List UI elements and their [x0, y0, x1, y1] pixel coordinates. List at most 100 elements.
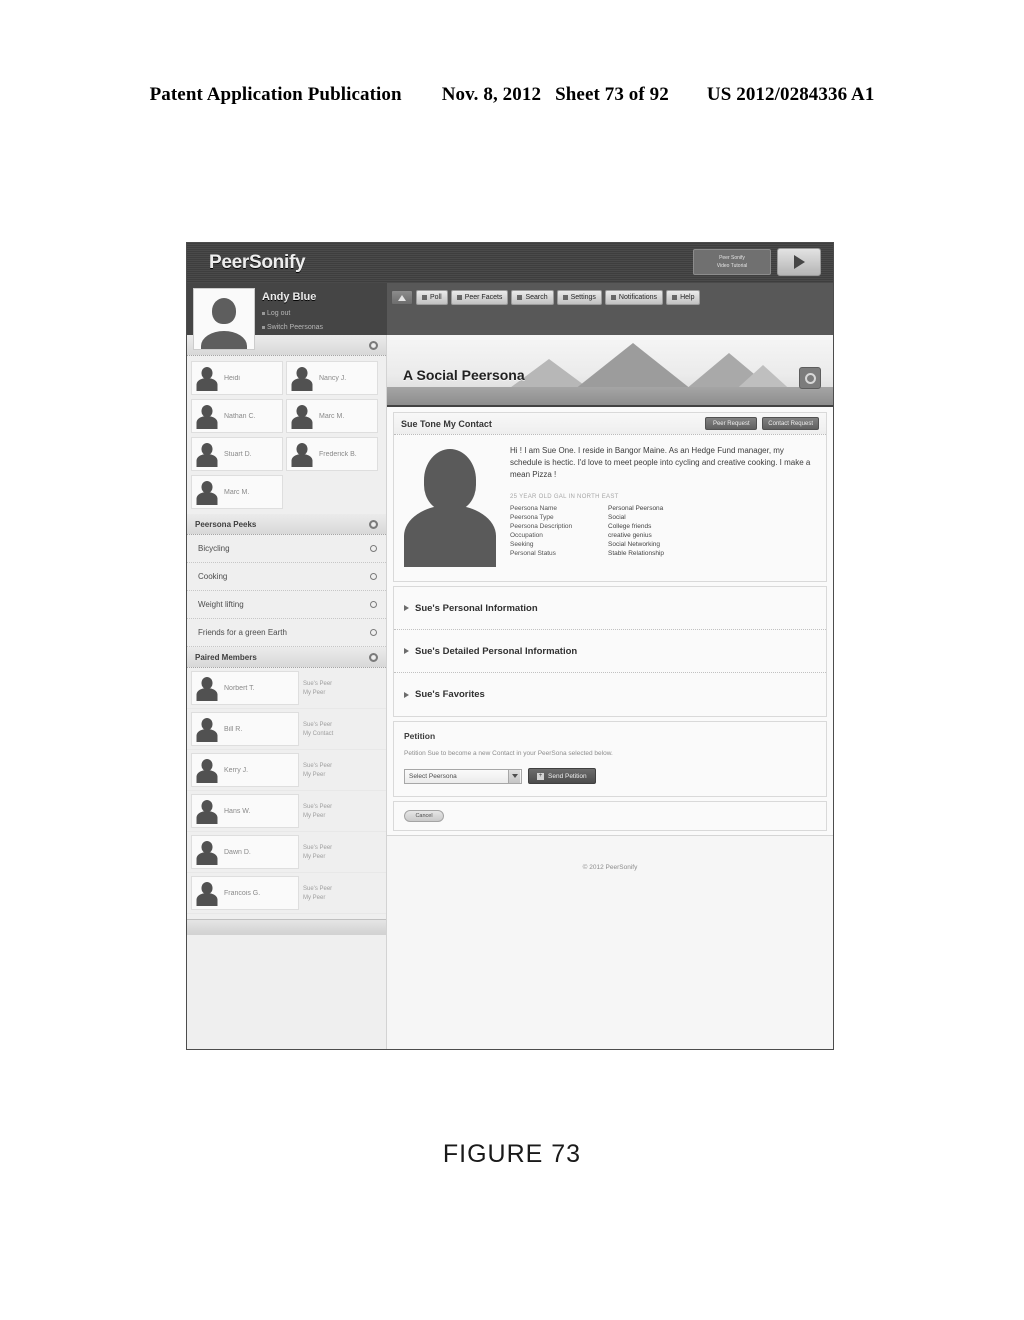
- action-link-my-relation[interactable]: My Peer: [303, 772, 332, 778]
- nav-item-settings[interactable]: Settings: [556, 290, 602, 305]
- list-item[interactable]: Marc M.: [286, 399, 378, 433]
- gear-icon[interactable]: [370, 629, 377, 636]
- sidebar-item-green-earth[interactable]: Friends for a green Earth: [187, 619, 386, 647]
- action-link-sues-peer[interactable]: Sue's Peer: [303, 886, 332, 892]
- list-item[interactable]: Heidi: [191, 361, 283, 395]
- peersona-select-value: Select Peersona: [409, 772, 457, 780]
- app-top-bar: PeerSonify Peer Sonify Video Tutorial: [187, 243, 833, 283]
- chevron-right-icon: [404, 605, 409, 611]
- list-item[interactable]: Nathan C.: [191, 399, 283, 433]
- accordion-favorites[interactable]: Sue's Favorites: [394, 673, 826, 716]
- facets-icon: [456, 295, 462, 300]
- sidebar-item-weight-lifting[interactable]: Weight lifting: [187, 591, 386, 619]
- bell-icon: [610, 295, 616, 300]
- list-item[interactable]: Nancy J.: [286, 361, 378, 395]
- search-icon: [517, 295, 523, 300]
- list-item[interactable]: Stuart D.: [191, 437, 283, 471]
- table-row[interactable]: Norbert T. Sue's Peer My Peer: [187, 668, 386, 709]
- table-row[interactable]: Hans W. Sue's Peer My Peer: [187, 791, 386, 832]
- paired-member-card[interactable]: Bill R.: [191, 712, 299, 746]
- avatar: [193, 288, 255, 350]
- user-link-logout[interactable]: Log out: [262, 310, 323, 317]
- gear-icon[interactable]: [370, 545, 377, 552]
- main-content: A Social Peersona Sue Tone My Contact Pe…: [387, 335, 833, 1049]
- nav-item-help[interactable]: Help: [666, 290, 701, 305]
- nav-item-home[interactable]: [391, 290, 413, 305]
- peersona-select[interactable]: Select Peersona: [404, 768, 522, 784]
- nav-item-search[interactable]: Search: [511, 290, 554, 305]
- action-link-my-relation[interactable]: My Peer: [303, 895, 332, 901]
- accordion-label: Sue's Favorites: [415, 689, 485, 700]
- patent-sheet: Sheet 73 of 92: [555, 84, 669, 105]
- patent-number: US 2012/0284336 A1: [706, 84, 875, 105]
- list-item[interactable]: Frederick B.: [286, 437, 378, 471]
- accordion-detailed-personal-information[interactable]: Sue's Detailed Personal Information: [394, 630, 826, 673]
- peersona-badge[interactable]: [799, 367, 821, 389]
- nav-item-poll[interactable]: Poll: [416, 290, 448, 305]
- peer-request-button[interactable]: Peer Request: [705, 417, 758, 430]
- petition-title: Petition: [404, 731, 436, 741]
- sidebar-item-cooking[interactable]: Cooking: [187, 563, 386, 591]
- send-petition-button[interactable]: + Send Petition: [528, 768, 596, 784]
- brand-logo[interactable]: PeerSonify: [209, 252, 306, 274]
- peek-label: Weight lifting: [198, 600, 244, 609]
- table-row[interactable]: Bill R. Sue's Peer My Contact: [187, 709, 386, 750]
- avatar: [194, 478, 220, 506]
- help-icon: [672, 295, 678, 300]
- sidebar-item-bicycling[interactable]: Bicycling: [187, 535, 386, 563]
- nav-item-peer-facets[interactable]: Peer Facets: [450, 290, 509, 305]
- attr-key: Peersona Type: [510, 514, 554, 521]
- avatar: [194, 797, 220, 825]
- action-link-sues-peer[interactable]: Sue's Peer: [303, 845, 332, 851]
- user-profile-card[interactable]: Andy Blue Log out Switch Peersonas: [187, 283, 387, 350]
- nav-item-notifications[interactable]: Notifications: [604, 290, 664, 305]
- action-link-sues-peer[interactable]: Sue's Peer: [303, 763, 332, 769]
- action-link-sues-peer[interactable]: Sue's Peer: [303, 722, 333, 728]
- paired-member-card[interactable]: Francois G.: [191, 876, 299, 910]
- accordion-label: Sue's Personal Information: [415, 602, 538, 614]
- paired-member-card[interactable]: Dawn D.: [191, 835, 299, 869]
- play-video-button[interactable]: [777, 248, 821, 276]
- profile-bio: Hi ! I am Sue One. I reside in Bangor Ma…: [510, 446, 811, 479]
- paired-actions: Sue's Peer My Peer: [303, 886, 332, 901]
- figure-screenshot: PeerSonify Peer Sonify Video Tutorial An…: [186, 242, 834, 1050]
- paired-member-card[interactable]: Kerry J.: [191, 753, 299, 787]
- gear-icon[interactable]: [370, 601, 377, 608]
- table-row[interactable]: Kerry J. Sue's Peer My Peer: [187, 750, 386, 791]
- gear-icon[interactable]: [370, 573, 377, 580]
- video-tutorial-promo[interactable]: Peer Sonify Video Tutorial: [693, 249, 771, 275]
- action-link-my-relation[interactable]: My Peer: [303, 690, 332, 696]
- paired-member-card[interactable]: Norbert T.: [191, 671, 299, 705]
- chevron-down-icon[interactable]: [508, 769, 520, 783]
- play-icon: [793, 255, 805, 269]
- member-name: Kerry J.: [224, 766, 249, 774]
- paired-member-card[interactable]: Hans W.: [191, 794, 299, 828]
- action-link-sues-peer[interactable]: Sue's Peer: [303, 804, 332, 810]
- user-link-switch-peersonas[interactable]: Switch Peersonas: [262, 324, 323, 331]
- action-link-my-relation[interactable]: My Contact: [303, 731, 333, 737]
- chevron-right-icon: [404, 691, 409, 698]
- cancel-button[interactable]: Cancel: [404, 810, 444, 822]
- attr-key: Seeking: [510, 541, 534, 548]
- avatar-head-icon: [424, 449, 476, 511]
- gear-icon[interactable]: [369, 519, 378, 529]
- gear-icon[interactable]: [369, 652, 378, 662]
- petition-card: Petition Petition Sue to become a new Co…: [393, 721, 827, 797]
- member-name: Norbert T.: [224, 684, 255, 692]
- table-row[interactable]: Dawn D. Sue's Peer My Peer: [187, 832, 386, 873]
- peek-label: Bicycling: [198, 544, 230, 553]
- promo-line-2: Video Tutorial: [716, 263, 748, 269]
- accordion-personal-information[interactable]: Sue's Personal Information: [394, 587, 826, 630]
- contact-request-button[interactable]: Contact Request: [762, 417, 819, 430]
- gear-icon[interactable]: [369, 340, 378, 350]
- table-row[interactable]: Francois G. Sue's Peer My Peer: [187, 873, 386, 914]
- peer-name: Frederick B.: [319, 450, 357, 458]
- action-link-my-relation[interactable]: My Peer: [303, 813, 332, 819]
- list-item[interactable]: Marc M.: [191, 475, 283, 509]
- action-link-my-relation[interactable]: My Peer: [303, 854, 332, 860]
- home-icon: [398, 294, 406, 301]
- avatar: [194, 715, 220, 743]
- petition-controls: Select Peersona + Send Petition: [404, 768, 816, 784]
- action-link-sues-peer[interactable]: Sue's Peer: [303, 681, 332, 687]
- peer-name: Marc M.: [319, 412, 345, 420]
